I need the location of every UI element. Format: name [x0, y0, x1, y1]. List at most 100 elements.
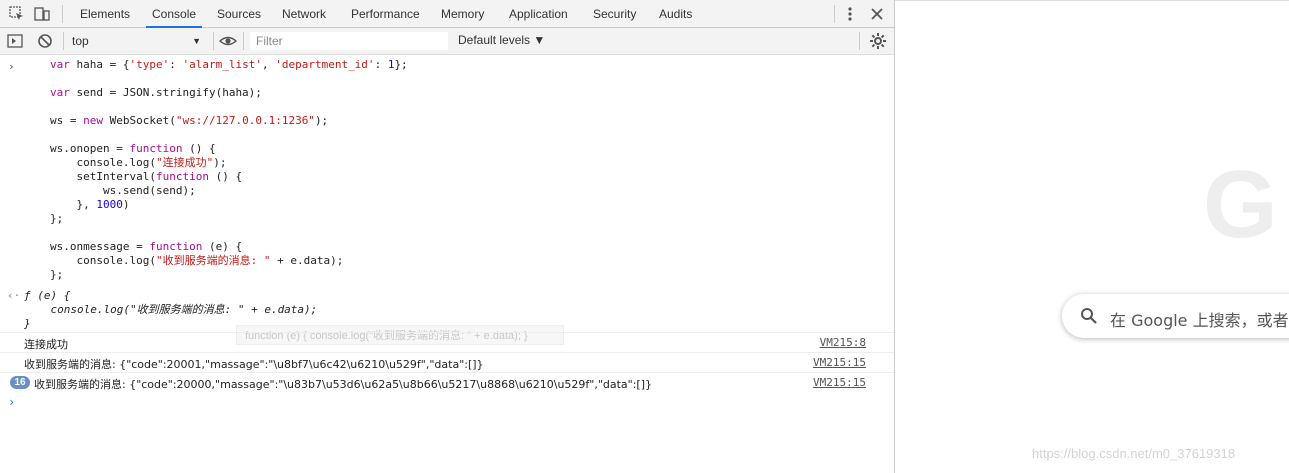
code-token: ws.onmessage =	[50, 240, 150, 253]
code-line: var haha = {'type': 'alarm_list', 'depar…	[50, 58, 408, 72]
live-expression-eye-icon[interactable]	[219, 32, 237, 50]
code-token: () {	[208, 170, 243, 183]
code-line: };	[50, 212, 408, 226]
code-line: var send = JSON.stringify(haha);	[50, 86, 408, 100]
log-message: 连接成功	[24, 338, 68, 351]
code-token: :	[169, 58, 183, 71]
tab-audits[interactable]: Audits	[653, 0, 698, 28]
page-top-border	[895, 0, 1289, 1]
context-selector-value: top	[72, 34, 89, 48]
log-levels-dropdown[interactable]: Default levels ▼	[458, 33, 545, 47]
chevron-down-icon: ▼	[192, 36, 201, 46]
filter-input[interactable]	[250, 32, 448, 50]
tab-sources[interactable]: Sources	[211, 0, 267, 28]
console-log-row: 16 收到服务端的消息: {"code":20000,"massage":"\u8…	[0, 372, 894, 392]
code-line: console.log("连接成功");	[50, 156, 408, 170]
code-token: setInterval(	[50, 170, 156, 183]
toolbar-divider	[859, 32, 860, 50]
toolbar-divider	[213, 32, 214, 50]
code-token: WebSocket(	[103, 114, 176, 127]
code-token: var	[50, 86, 70, 99]
code-token: 'alarm_list'	[182, 58, 262, 71]
code-token: function	[155, 170, 209, 183]
code-token: )	[122, 198, 130, 211]
watermark: https://blog.csdn.net/m0_37619318	[1032, 446, 1236, 461]
result-arrow-icon: ‹·	[7, 289, 21, 302]
code-token: :	[374, 58, 388, 71]
inspect-element-icon[interactable]	[8, 5, 26, 23]
tab-memory[interactable]: Memory	[435, 0, 490, 28]
code-token: };	[50, 212, 64, 225]
code-token: new	[83, 114, 103, 127]
code-line: ws = new WebSocket("ws://127.0.0.1:1236"…	[50, 114, 408, 128]
code-token: ,	[261, 58, 276, 71]
toolbar-divider	[243, 32, 244, 50]
code-token: function	[129, 142, 183, 155]
code-token: ws =	[50, 114, 84, 127]
tabbar-divider	[62, 5, 63, 23]
input-prompt-icon: ›	[8, 60, 15, 73]
close-devtools-icon[interactable]	[868, 5, 886, 23]
code-token: function	[149, 240, 203, 253]
clear-console-icon[interactable]	[36, 32, 54, 50]
code-token: + e.data);	[270, 254, 344, 267]
tabbar-divider	[834, 5, 835, 23]
context-selector[interactable]: top ▼	[72, 32, 207, 50]
console-input-code: var haha = {'type': 'alarm_list', 'depar…	[50, 58, 408, 282]
code-line: }, 1000)	[50, 198, 408, 212]
console-settings-gear-icon[interactable]	[869, 32, 887, 50]
code-token: };	[50, 268, 64, 281]
console-log-row: 收到服务端的消息: {"code":20001,"massage":"\u8bf…	[0, 352, 894, 372]
code-token: "收到服务端的消息: "	[155, 254, 271, 267]
code-token: console.log(	[50, 156, 156, 169]
code-token: () {	[182, 142, 216, 155]
code-line: ws.onmessage = function (e) {	[50, 240, 408, 254]
code-token: haha = {	[69, 58, 130, 71]
code-line: console.log("收到服务端的消息: " + e.data);	[50, 254, 408, 268]
log-source-link[interactable]: VM215:8	[820, 336, 866, 349]
code-token: ws.send(send);	[50, 184, 196, 197]
log-message: 收到服务端的消息: {"code":20000,"massage":"\u83b…	[34, 378, 653, 391]
toolbar-divider	[63, 32, 64, 50]
code-token: );	[314, 114, 329, 127]
log-message: 收到服务端的消息: {"code":20001,"massage":"\u8bf…	[24, 358, 484, 371]
search-placeholder: 在 Google 上搜索，或者输	[1110, 311, 1289, 330]
log-source-link[interactable]: VM215:15	[813, 376, 866, 389]
more-options-icon[interactable]	[841, 5, 859, 23]
tab-security[interactable]: Security	[587, 0, 642, 28]
code-token: 'department_id'	[275, 58, 375, 71]
devtools-tabbar: Elements Console Sources Network Performance…	[0, 0, 894, 28]
code-token: 1000	[96, 198, 123, 211]
google-search-box[interactable]: 在 Google 上搜索，或者输	[1062, 294, 1289, 338]
code-token: ws.onopen =	[50, 142, 130, 155]
code-line: };	[50, 268, 408, 282]
code-line: ws.onopen = function () {	[50, 142, 408, 156]
code-line: ws.send(send);	[50, 184, 408, 198]
console-log-row: 连接成功 VM215:8	[0, 332, 894, 352]
console-toolbar: top ▼ Default levels ▼	[0, 28, 894, 55]
google-logo: G	[1203, 151, 1278, 258]
show-sidebar-icon[interactable]	[6, 32, 24, 50]
search-icon	[1081, 308, 1097, 324]
tab-application[interactable]: Application	[503, 0, 574, 28]
devtools-panel: Elements Console Sources Network Performance…	[0, 0, 895, 473]
tab-elements[interactable]: Elements	[74, 0, 136, 28]
log-source-link[interactable]: VM215:15	[813, 356, 866, 369]
code-token: send = JSON.stringify(haha);	[69, 86, 262, 99]
code-token: };	[394, 58, 408, 71]
result-line: console.log("收到服务端的消息: " + e.data);	[24, 303, 318, 316]
code-token: (e) {	[202, 240, 243, 253]
tab-network[interactable]: Network	[276, 0, 332, 28]
tab-performance[interactable]: Performance	[345, 0, 426, 28]
code-token: var	[50, 58, 70, 71]
code-token: );	[213, 156, 227, 169]
code-line: setInterval(function () {	[50, 170, 408, 184]
tab-console[interactable]: Console	[146, 0, 203, 28]
console-prompt-icon[interactable]: ›	[8, 395, 15, 409]
device-toolbar-icon[interactable]	[33, 5, 51, 23]
repeat-count-badge: 16	[10, 376, 30, 389]
code-token: },	[50, 198, 97, 211]
code-token: "ws://127.0.0.1:1236"	[175, 114, 315, 127]
